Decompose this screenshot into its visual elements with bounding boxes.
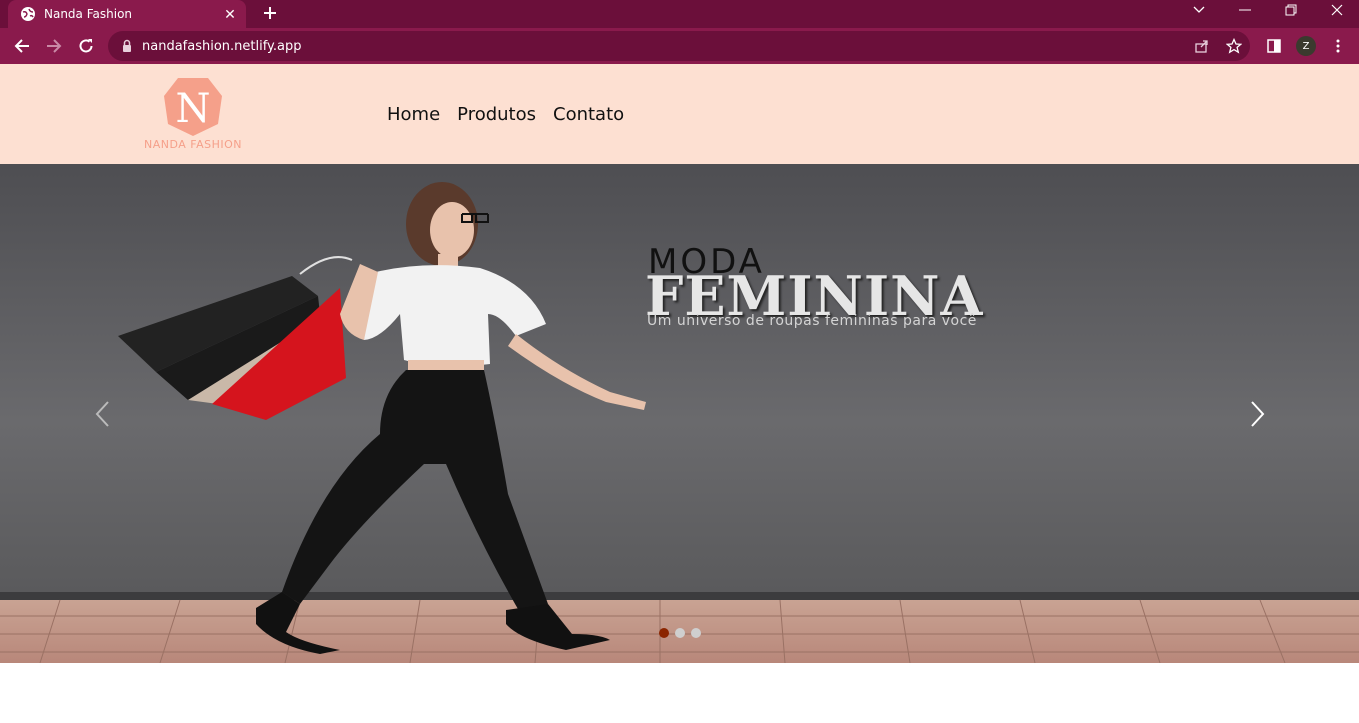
logo-letter: N [176,86,211,132]
hero-subtitle: Um universo de roupas femininas para voc… [647,313,977,329]
arrow-left-icon[interactable] [10,34,34,58]
kebab-menu-icon[interactable] [1326,34,1350,58]
globe-icon [20,6,36,22]
carousel-indicator-2[interactable] [675,628,685,638]
nav-home[interactable]: Home [387,104,440,125]
close-window-button[interactable] [1320,0,1354,20]
browser-toolbar: nandafashion.netlify.app Z [0,28,1359,64]
nav-produtos[interactable]: Produtos [457,104,536,125]
url-text: nandafashion.netlify.app [142,38,302,54]
main-nav: Home Produtos Contato [387,104,624,125]
nav-contato[interactable]: Contato [553,104,624,125]
new-tab-button[interactable] [259,2,281,24]
address-bar[interactable]: nandafashion.netlify.app [108,31,1250,61]
browser-tabstrip: Nanda Fashion ✕ [0,0,1359,28]
star-icon[interactable] [1224,36,1244,56]
hero-image [0,164,1359,663]
carousel-indicators [659,628,701,638]
side-panel-icon[interactable] [1262,34,1286,58]
carousel-indicator-1[interactable] [659,628,669,638]
profile-avatar[interactable]: Z [1294,34,1318,58]
share-icon[interactable] [1192,36,1212,56]
lock-icon[interactable] [120,39,134,53]
logo[interactable]: N NANDA FASHION [140,76,246,152]
chevron-right-icon[interactable] [1246,396,1270,432]
close-icon[interactable]: ✕ [220,4,240,24]
hero-carousel: MODA FEMININA Um universo de roupas femi… [0,164,1359,663]
tab-title: Nanda Fashion [44,7,133,21]
arrow-right-icon[interactable] [42,34,66,58]
site-header: N NANDA FASHION Home Produtos Contato [0,64,1359,164]
carousel-indicator-3[interactable] [691,628,701,638]
chevron-down-icon[interactable] [1182,0,1216,20]
restore-button[interactable] [1274,0,1308,20]
avatar: Z [1296,36,1316,56]
browser-tab[interactable]: Nanda Fashion ✕ [8,0,246,28]
chevron-left-icon[interactable] [90,396,114,432]
reload-icon[interactable] [74,34,98,58]
logo-text: NANDA FASHION [143,138,242,151]
minimize-button[interactable] [1228,0,1262,20]
